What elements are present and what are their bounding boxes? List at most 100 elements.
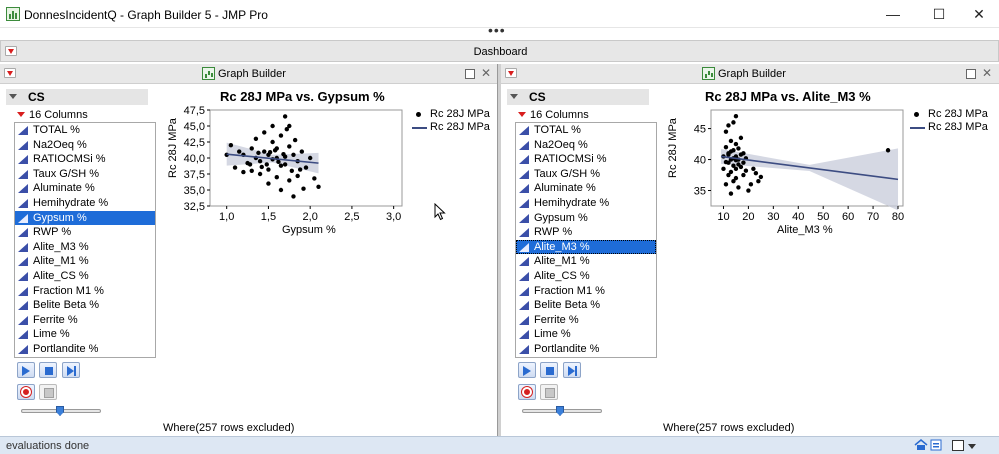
column-item[interactable]: Na2Oeq %: [516, 138, 656, 153]
collapse-icon[interactable]: [9, 94, 17, 99]
data-point[interactable]: [748, 182, 754, 187]
column-item[interactable]: Alite_CS %: [15, 269, 155, 284]
data-point[interactable]: [264, 162, 269, 167]
window-layout-icon[interactable]: [952, 440, 964, 451]
data-point[interactable]: [237, 149, 242, 154]
data-point[interactable]: [728, 149, 734, 154]
save-button[interactable]: [39, 384, 57, 400]
data-point[interactable]: [276, 159, 281, 165]
data-point[interactable]: [736, 185, 741, 190]
data-point[interactable]: [736, 146, 741, 151]
data-point[interactable]: [299, 149, 305, 154]
data-point[interactable]: [266, 181, 271, 186]
data-point[interactable]: [257, 171, 263, 177]
data-point[interactable]: [741, 160, 746, 165]
data-point[interactable]: [728, 169, 734, 175]
data-point[interactable]: [723, 182, 729, 187]
column-item[interactable]: Fraction M1 %: [516, 284, 656, 299]
collapse-icon[interactable]: [510, 94, 518, 99]
column-item[interactable]: Portlandite %: [516, 342, 656, 357]
column-item[interactable]: TOTAL %: [516, 123, 656, 138]
record-button[interactable]: [17, 384, 35, 400]
data-point[interactable]: [282, 114, 288, 119]
record-button[interactable]: [518, 384, 536, 400]
data-point[interactable]: [259, 164, 264, 170]
data-point[interactable]: [731, 120, 736, 125]
stop-button[interactable]: [540, 362, 558, 378]
table-header[interactable]: CS: [507, 89, 649, 105]
data-point[interactable]: [291, 194, 296, 199]
close-panel-button[interactable]: ✕: [481, 66, 491, 80]
data-point[interactable]: [301, 186, 306, 191]
data-point[interactable]: [249, 168, 254, 173]
column-item[interactable]: TOTAL %: [15, 123, 155, 138]
data-point[interactable]: [721, 166, 726, 172]
data-point[interactable]: [746, 188, 751, 193]
window-list-icon[interactable]: [930, 439, 942, 451]
maximize-panel-button[interactable]: [465, 69, 475, 79]
data-point[interactable]: [232, 165, 238, 170]
column-item[interactable]: Taux G/SH %: [15, 167, 155, 182]
data-point[interactable]: [738, 135, 744, 141]
step-button[interactable]: [62, 362, 80, 378]
slider-thumb[interactable]: [56, 406, 64, 416]
column-item[interactable]: RATIOCMSi %: [516, 152, 656, 167]
data-point[interactable]: [253, 136, 259, 141]
data-point[interactable]: [733, 166, 739, 172]
panel-menu-icon[interactable]: [4, 68, 16, 78]
data-point[interactable]: [266, 167, 271, 172]
data-point[interactable]: [281, 151, 286, 157]
data-point[interactable]: [274, 175, 279, 180]
data-point[interactable]: [733, 141, 739, 147]
column-item[interactable]: Ferrite %: [516, 313, 656, 328]
data-point[interactable]: [272, 148, 278, 153]
data-point[interactable]: [723, 129, 729, 134]
data-point[interactable]: [751, 166, 756, 172]
data-point[interactable]: [241, 169, 246, 175]
data-point[interactable]: [278, 187, 284, 193]
data-point[interactable]: [228, 143, 234, 148]
column-item[interactable]: Portlandite %: [15, 342, 155, 357]
data-point[interactable]: [723, 144, 729, 150]
data-point[interactable]: [756, 179, 761, 184]
data-point[interactable]: [270, 139, 275, 145]
data-point[interactable]: [726, 123, 731, 128]
data-point[interactable]: [743, 168, 749, 173]
data-point[interactable]: [303, 165, 309, 170]
column-list[interactable]: TOTAL % Na2Oeq % RATIOCMSi % Taux G/SH % Alu…: [515, 122, 657, 358]
column-item[interactable]: Alite_M3 %: [516, 239, 656, 255]
column-item[interactable]: RWP %: [15, 225, 155, 240]
data-point[interactable]: [312, 176, 317, 181]
data-point[interactable]: [316, 184, 321, 189]
column-item[interactable]: Hemihydrate %: [516, 196, 656, 211]
maximize-panel-button[interactable]: [966, 69, 976, 79]
data-point[interactable]: [287, 178, 292, 183]
column-item[interactable]: RWP %: [516, 225, 656, 240]
data-point[interactable]: [289, 168, 295, 173]
data-point[interactable]: [295, 173, 300, 179]
data-point[interactable]: [728, 138, 734, 144]
data-point[interactable]: [733, 175, 739, 181]
columns-menu-icon[interactable]: [16, 111, 27, 119]
column-item[interactable]: Alite_M3 %: [15, 240, 155, 255]
minimize-button[interactable]: —: [870, 0, 916, 28]
save-button[interactable]: [540, 384, 558, 400]
data-point[interactable]: [733, 113, 739, 119]
column-item[interactable]: Hemihydrate %: [15, 196, 155, 211]
data-point[interactable]: [247, 162, 253, 167]
close-panel-button[interactable]: ✕: [982, 66, 992, 80]
column-item[interactable]: Gypsum %: [516, 211, 656, 226]
data-point[interactable]: [267, 150, 273, 155]
columns-menu-icon[interactable]: [517, 111, 528, 119]
panel-menu-icon[interactable]: [505, 68, 517, 78]
data-point[interactable]: [741, 151, 746, 156]
play-button[interactable]: [518, 362, 536, 378]
column-item[interactable]: Belite Beta %: [516, 298, 656, 313]
column-item[interactable]: Alite_M1 %: [516, 254, 656, 269]
data-point[interactable]: [282, 162, 288, 167]
column-item[interactable]: Alite_CS %: [516, 269, 656, 284]
close-window-button[interactable]: ✕: [956, 0, 999, 28]
column-item[interactable]: Aluminate %: [15, 181, 155, 196]
column-list[interactable]: TOTAL % Na2Oeq % RATIOCMSi % Taux G/SH % Alu…: [14, 122, 156, 358]
data-point[interactable]: [738, 164, 744, 170]
